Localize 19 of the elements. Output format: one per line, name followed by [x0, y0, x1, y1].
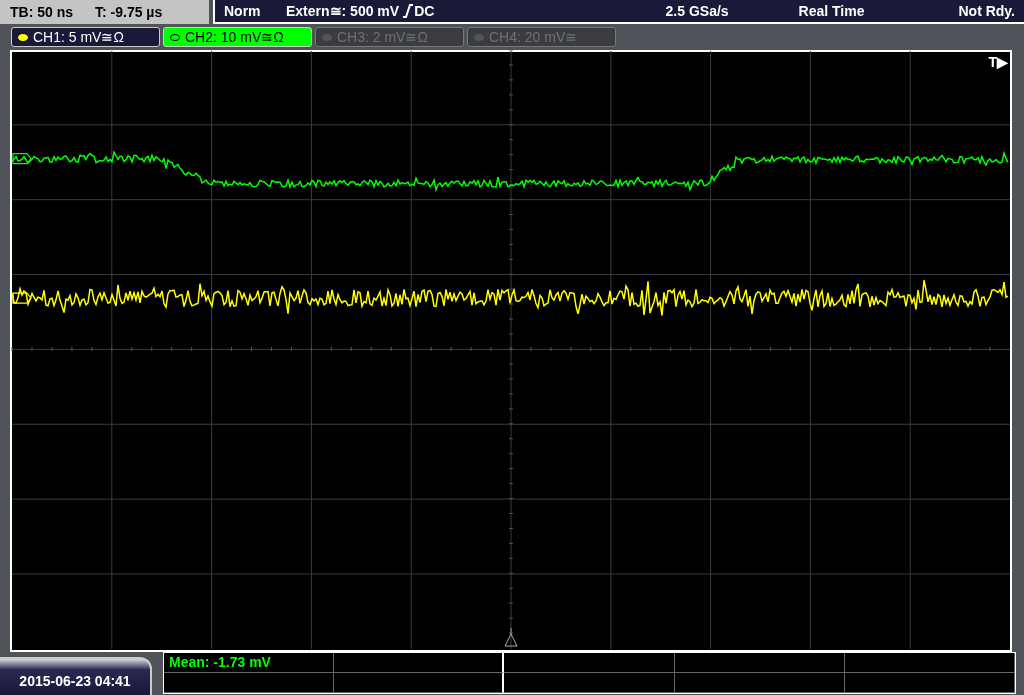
trigger-time-label: T: -9.75 µs	[95, 2, 163, 22]
trigger-source-label: Extern≅: 500 mV	[286, 1, 400, 21]
status-label: Not Rdy.	[958, 1, 1015, 21]
measurement-reading: Mean: -1.73 mV	[169, 654, 271, 670]
trigger-coupling-label: DC	[414, 1, 435, 21]
timebase-label: TB: 50 ns	[10, 2, 73, 22]
channel-indicator-icon	[322, 33, 332, 41]
date-time-label: 2015-06-23 04:41	[0, 657, 152, 695]
trigger-position-label: T▶	[988, 53, 1008, 72]
channel-indicator-icon	[474, 33, 484, 41]
trigger-mode-label: Norm	[224, 1, 262, 21]
channel-button[interactable]: CH2: 10 mV≅Ω	[163, 27, 312, 47]
channel-button[interactable]: CH1: 5 mV≅Ω	[11, 27, 160, 47]
channel-marker-icon	[12, 153, 32, 165]
rising-edge-icon	[403, 4, 414, 18]
channel-marker-icon	[12, 292, 32, 304]
trigger-marker-icon	[504, 627, 518, 647]
sample-rate-label: 2.5 GSa/s	[665, 1, 729, 21]
acquisition-mode-label: Real Time	[798, 1, 865, 21]
